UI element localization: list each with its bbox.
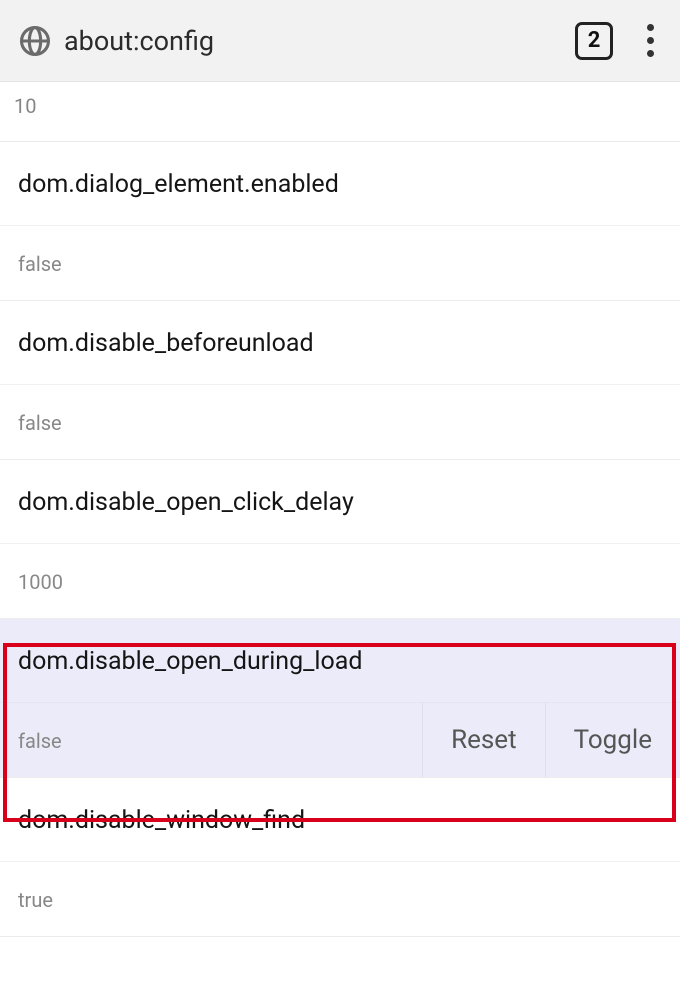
- pref-name: dom.disable_beforeunload: [0, 301, 680, 385]
- pref-value-row: 1000: [0, 544, 680, 618]
- dot-icon: [647, 37, 654, 44]
- reset-button[interactable]: Reset: [422, 703, 545, 777]
- pref-row[interactable]: dom.disable_open_click_delay1000: [0, 460, 680, 619]
- pref-value: true: [0, 862, 680, 936]
- pref-row[interactable]: dom.disable_open_during_loadfalseResetTo…: [0, 619, 680, 778]
- pref-value-row: false: [0, 226, 680, 300]
- browser-toolbar: about:config 2: [0, 0, 680, 82]
- pref-value: false: [0, 226, 680, 300]
- pref-name: dom.disable_open_click_delay: [0, 460, 680, 544]
- pref-value-row: false: [0, 385, 680, 459]
- pref-value: false: [0, 385, 680, 459]
- pref-name: dom.dialog_element.enabled: [0, 142, 680, 226]
- pref-value-row: falseResetToggle: [0, 703, 680, 777]
- pref-row[interactable]: dom.dialog_element.enabledfalse: [0, 142, 680, 301]
- pref-value-partial: 10: [0, 82, 680, 142]
- pref-name: dom.disable_window_find: [0, 778, 680, 862]
- address-bar-url[interactable]: about:config: [64, 25, 575, 57]
- menu-button[interactable]: [639, 18, 662, 63]
- preferences-list: 10 dom.dialog_element.enabledfalsedom.di…: [0, 82, 680, 937]
- pref-row[interactable]: dom.disable_beforeunloadfalse: [0, 301, 680, 460]
- toggle-button[interactable]: Toggle: [545, 703, 680, 777]
- dot-icon: [647, 50, 654, 57]
- tab-count: 2: [588, 28, 601, 53]
- tabs-button[interactable]: 2: [575, 22, 613, 60]
- pref-row[interactable]: dom.disable_window_findtrue: [0, 778, 680, 937]
- dot-icon: [647, 24, 654, 31]
- pref-value: 1000: [0, 544, 680, 618]
- globe-icon: [18, 24, 52, 58]
- pref-name: dom.disable_open_during_load: [0, 619, 680, 703]
- pref-value: false: [0, 703, 422, 777]
- pref-value-row: true: [0, 862, 680, 936]
